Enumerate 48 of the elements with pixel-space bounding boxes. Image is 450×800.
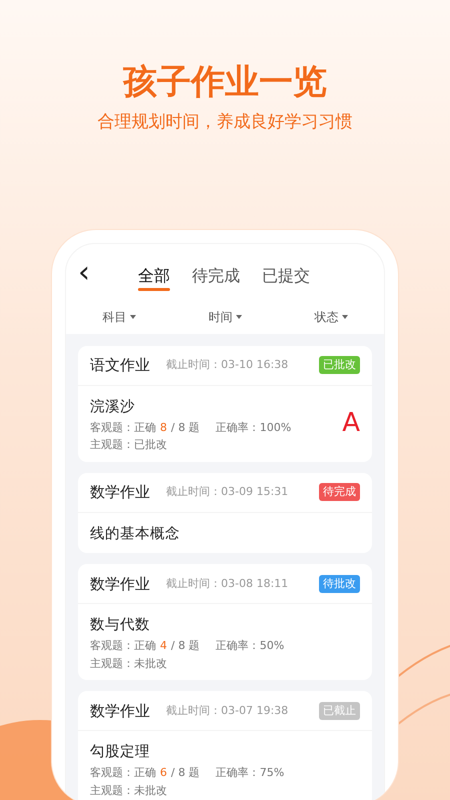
accuracy-rate: 正确率：75%	[216, 765, 284, 782]
assignment-card[interactable]: 数学作业 截止时间：03-07 19:38 已截止 勾股定理 客观题：正确 6 / 8 题 正确率：75% 主观题：未批改	[78, 691, 372, 800]
caret-icon	[236, 314, 242, 319]
subject-title: 数学作业	[90, 700, 150, 722]
subjective-status: 主观题：未批改	[90, 656, 167, 670]
total-count: / 8 题	[171, 638, 200, 654]
caret-icon	[130, 314, 136, 319]
assignment-card[interactable]: 数学作业 截止时间：03-09 15:31 待完成 线的基本概念	[78, 472, 372, 554]
assignment-name: 数与代数	[90, 617, 150, 634]
deadline-text: 截止时间：03-09 15:31	[166, 484, 288, 500]
objective-label: 客观题：正确	[90, 638, 156, 654]
tab[interactable]: 已提交	[260, 266, 312, 291]
filter-dropdown[interactable]: 科目	[102, 308, 136, 326]
grade-mark: A	[342, 410, 360, 436]
tab[interactable]: 待完成	[190, 266, 242, 291]
deadline-text: 截止时间：03-07 19:38	[166, 702, 288, 719]
objective-label: 客观题：正确	[90, 765, 156, 782]
assignment-card[interactable]: 语文作业 截止时间：03-10 16:38 已批改 浣溪沙 客观题：正确 8 / 8 题 正确率：100% 主观题：已批改 A	[78, 346, 372, 462]
subject-title: 数学作业	[90, 482, 150, 503]
subjective-status: 主观题：未批改	[90, 784, 167, 797]
accuracy-rate: 正确率：100%	[216, 420, 292, 436]
deadline-text: 截止时间：03-10 16:38	[166, 357, 288, 374]
correct-count: 6	[160, 765, 167, 782]
back-button[interactable]: ‹	[72, 258, 96, 288]
assignment-name: 浣溪沙	[90, 398, 135, 415]
correct-count: 4	[160, 638, 167, 654]
headline-title: 孩子作业一览	[123, 62, 327, 103]
caret-icon	[342, 314, 348, 319]
subjective-status: 主观题：已批改	[90, 438, 167, 452]
deadline-text: 截止时间：03-08 18:11	[166, 576, 288, 592]
filter-dropdown[interactable]: 时间	[208, 308, 242, 326]
tab[interactable]: 全部	[136, 266, 172, 291]
status-tag: 已截止	[319, 702, 360, 720]
status-tag: 待完成	[319, 483, 360, 502]
total-count: / 8 题	[171, 420, 200, 436]
subject-title: 语文作业	[90, 355, 150, 376]
headline-subtitle: 合理规划时间，养成良好学习习惯	[98, 110, 352, 133]
filter-dropdown[interactable]: 状态	[314, 308, 348, 326]
correct-count: 8	[160, 420, 167, 436]
assignment-card[interactable]: 数学作业 截止时间：03-08 18:11 待批改 数与代数 客观题：正确 4 / 8 题 正确率：50% 主观题：未批改	[78, 564, 372, 680]
status-tag: 已批改	[319, 356, 360, 374]
status-tag: 待批改	[319, 574, 360, 594]
subject-title: 数学作业	[90, 574, 150, 595]
total-count: / 8 题	[171, 765, 200, 782]
assignment-name: 线的基本概念	[90, 526, 180, 542]
accuracy-rate: 正确率：50%	[216, 638, 284, 654]
objective-label: 客观题：正确	[90, 420, 156, 436]
assignment-name: 勾股定理	[90, 744, 150, 760]
